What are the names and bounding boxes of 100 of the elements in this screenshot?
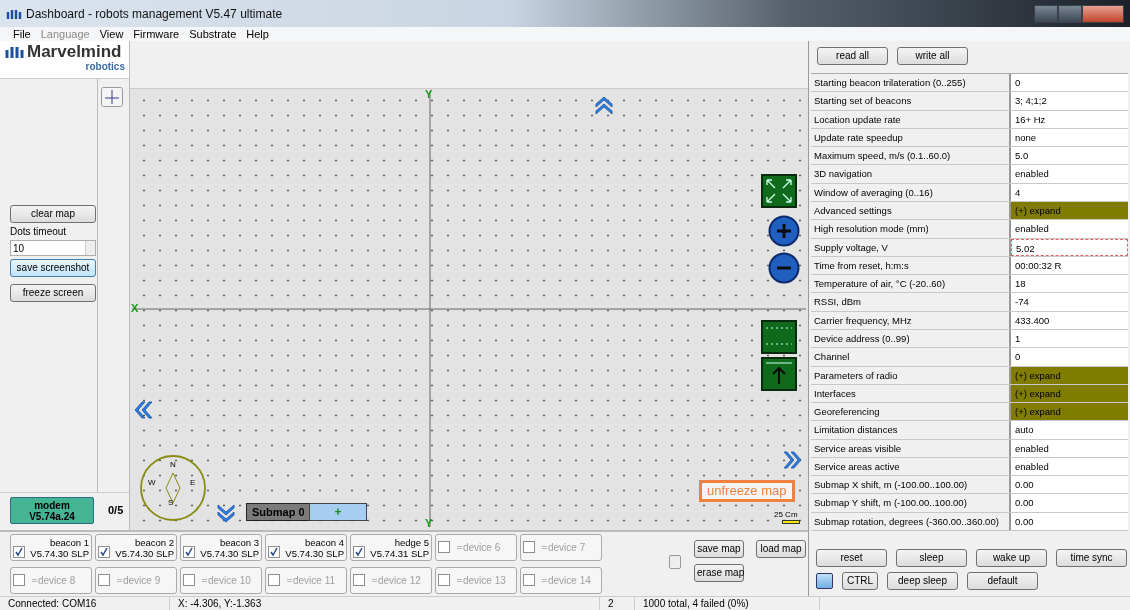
device-status-icon xyxy=(542,579,547,582)
checkbox[interactable] xyxy=(183,546,195,558)
device-name: device 6 xyxy=(463,542,501,553)
setting-label: 3D navigation xyxy=(811,165,1011,183)
minimize-button[interactable] xyxy=(1034,4,1058,23)
modem-button[interactable]: modem V5.74a.24 xyxy=(10,497,94,524)
status-text: 2 xyxy=(600,597,635,610)
setting-label: Maximum speed, m/s (0.1..60.0) xyxy=(811,147,1011,165)
device-name: device 14 xyxy=(548,575,591,586)
map-button[interactable]: save map xyxy=(694,540,744,558)
device-button[interactable]: time sync xyxy=(1056,549,1127,567)
setting-label: Channel xyxy=(811,348,1011,366)
checkbox[interactable] xyxy=(98,546,110,558)
axes-toggle-icon[interactable] xyxy=(101,87,123,107)
device-name: device 9 xyxy=(123,575,161,586)
device-button[interactable]: deep sleep xyxy=(887,572,958,590)
expand-cell[interactable]: (+) expand xyxy=(1011,403,1128,421)
checkbox[interactable] xyxy=(13,574,25,586)
dots-timeout-field[interactable]: 10 xyxy=(10,240,96,256)
checkbox[interactable] xyxy=(98,574,110,586)
checkbox[interactable] xyxy=(268,574,280,586)
device-tile[interactable]: beacon 3 V5.74.30 SLP xyxy=(180,534,262,561)
logo-icon xyxy=(4,44,24,60)
device-version: V5.74.31 SLP xyxy=(370,548,429,559)
axis-label: Y xyxy=(425,89,433,100)
device-button[interactable]: sleep xyxy=(896,549,967,567)
checkbox[interactable] xyxy=(268,546,280,558)
fit-view-icon[interactable] xyxy=(761,174,797,208)
device-tile[interactable]: beacon 4 V5.74.30 SLP xyxy=(265,534,347,561)
device-version: V5.74.30 SLP xyxy=(200,548,259,559)
checkbox[interactable] xyxy=(13,546,25,558)
setting-label: Starting set of beacons xyxy=(811,92,1011,110)
map-button[interactable]: erase map xyxy=(694,564,744,582)
checkbox[interactable] xyxy=(523,541,535,553)
status-text: 1000 total, 4 failed (0%) xyxy=(635,597,820,610)
setting-label: RSSI, dBm xyxy=(811,293,1011,311)
clear-map-button[interactable]: clear map xyxy=(10,205,96,223)
device-tile[interactable]: beacon 1 V5.74.30 SLP xyxy=(10,534,92,561)
device-name: device 7 xyxy=(548,542,586,553)
device-name: beacon 1 xyxy=(49,537,89,548)
device-name: device 13 xyxy=(463,575,506,586)
upload-icon[interactable] xyxy=(761,357,797,391)
zoom-out-icon[interactable] xyxy=(768,252,800,284)
submap-tab[interactable]: Submap 0 xyxy=(246,503,311,521)
menu-item[interactable]: File xyxy=(13,28,31,40)
setting-label: Starting beacon trilateration (0..255) xyxy=(811,74,1011,92)
device-name: device 12 xyxy=(378,575,421,586)
zoom-in-icon[interactable] xyxy=(768,215,800,247)
dots-timeout-label: Dots timeout xyxy=(10,227,68,237)
checkbox[interactable] xyxy=(438,574,450,586)
device-status-icon xyxy=(457,546,462,549)
scroll-down-icon[interactable] xyxy=(215,503,237,525)
device-name: device 8 xyxy=(38,575,76,586)
map-button[interactable]: load map xyxy=(756,540,806,558)
compass-letter: W xyxy=(148,479,156,487)
compass-drawing xyxy=(138,453,208,523)
checkbox[interactable] xyxy=(353,546,365,558)
setting-label: Temperature of air, °C (-20..60) xyxy=(811,275,1011,293)
device-name: beacon 2 xyxy=(134,537,174,548)
setting-label: Submap Y shift, m (-100.00..100.00) xyxy=(811,494,1011,512)
status-text: Connected: COM16 xyxy=(0,597,170,610)
panel-button[interactable]: read all xyxy=(817,47,888,65)
device-version: V5.74.30 SLP xyxy=(30,548,89,559)
device-button[interactable]: default xyxy=(967,572,1038,590)
axis-label: Y xyxy=(425,518,433,529)
scale-label: 25 Cm xyxy=(774,511,798,519)
device-name: device 10 xyxy=(208,575,251,586)
status-indicator xyxy=(816,573,833,589)
checkbox[interactable] xyxy=(353,574,365,586)
scroll-up-icon[interactable] xyxy=(593,94,615,116)
scroll-left-icon[interactable] xyxy=(132,399,154,421)
device-status-icon xyxy=(542,546,547,549)
device-tile[interactable]: beacon 2 V5.74.30 SLP xyxy=(95,534,177,561)
device-button[interactable]: wake up xyxy=(976,549,1047,567)
close-button[interactable] xyxy=(1082,4,1124,23)
toolbar-button[interactable]: save screenshot xyxy=(10,259,96,277)
device-status-icon xyxy=(457,579,462,582)
device-status-icon xyxy=(32,579,37,582)
device-name: beacon 4 xyxy=(304,537,344,548)
maximize-button[interactable] xyxy=(1058,4,1082,23)
device-tile[interactable]: hedge 5 V5.74.31 SLP xyxy=(350,534,432,561)
menu-item[interactable]: Substrate xyxy=(189,28,237,40)
device-count: 0/5 xyxy=(108,503,124,519)
logo-text: Marvelmind xyxy=(27,43,122,61)
device-button[interactable]: reset xyxy=(816,549,887,567)
dots-toggle-icon[interactable] xyxy=(761,320,797,354)
menu-item[interactable]: Help xyxy=(246,28,269,40)
compass-letter: N xyxy=(170,461,176,469)
device-name: hedge 5 xyxy=(394,537,429,548)
checkbox[interactable] xyxy=(438,541,450,553)
setting-label: Georeferencing xyxy=(811,403,1011,421)
scroll-right-icon[interactable] xyxy=(782,449,804,471)
checkbox[interactable] xyxy=(183,574,195,586)
menu-item[interactable]: View xyxy=(99,28,124,40)
panel-button[interactable]: write all xyxy=(897,47,968,65)
checkbox[interactable] xyxy=(523,574,535,586)
menu-item[interactable]: Firmware xyxy=(133,28,180,40)
setting-label: Submap X shift, m (-100.00..100.00) xyxy=(811,476,1011,494)
toolbar-button[interactable]: freeze screen xyxy=(10,284,96,302)
device-button[interactable]: CTRL xyxy=(842,572,878,590)
